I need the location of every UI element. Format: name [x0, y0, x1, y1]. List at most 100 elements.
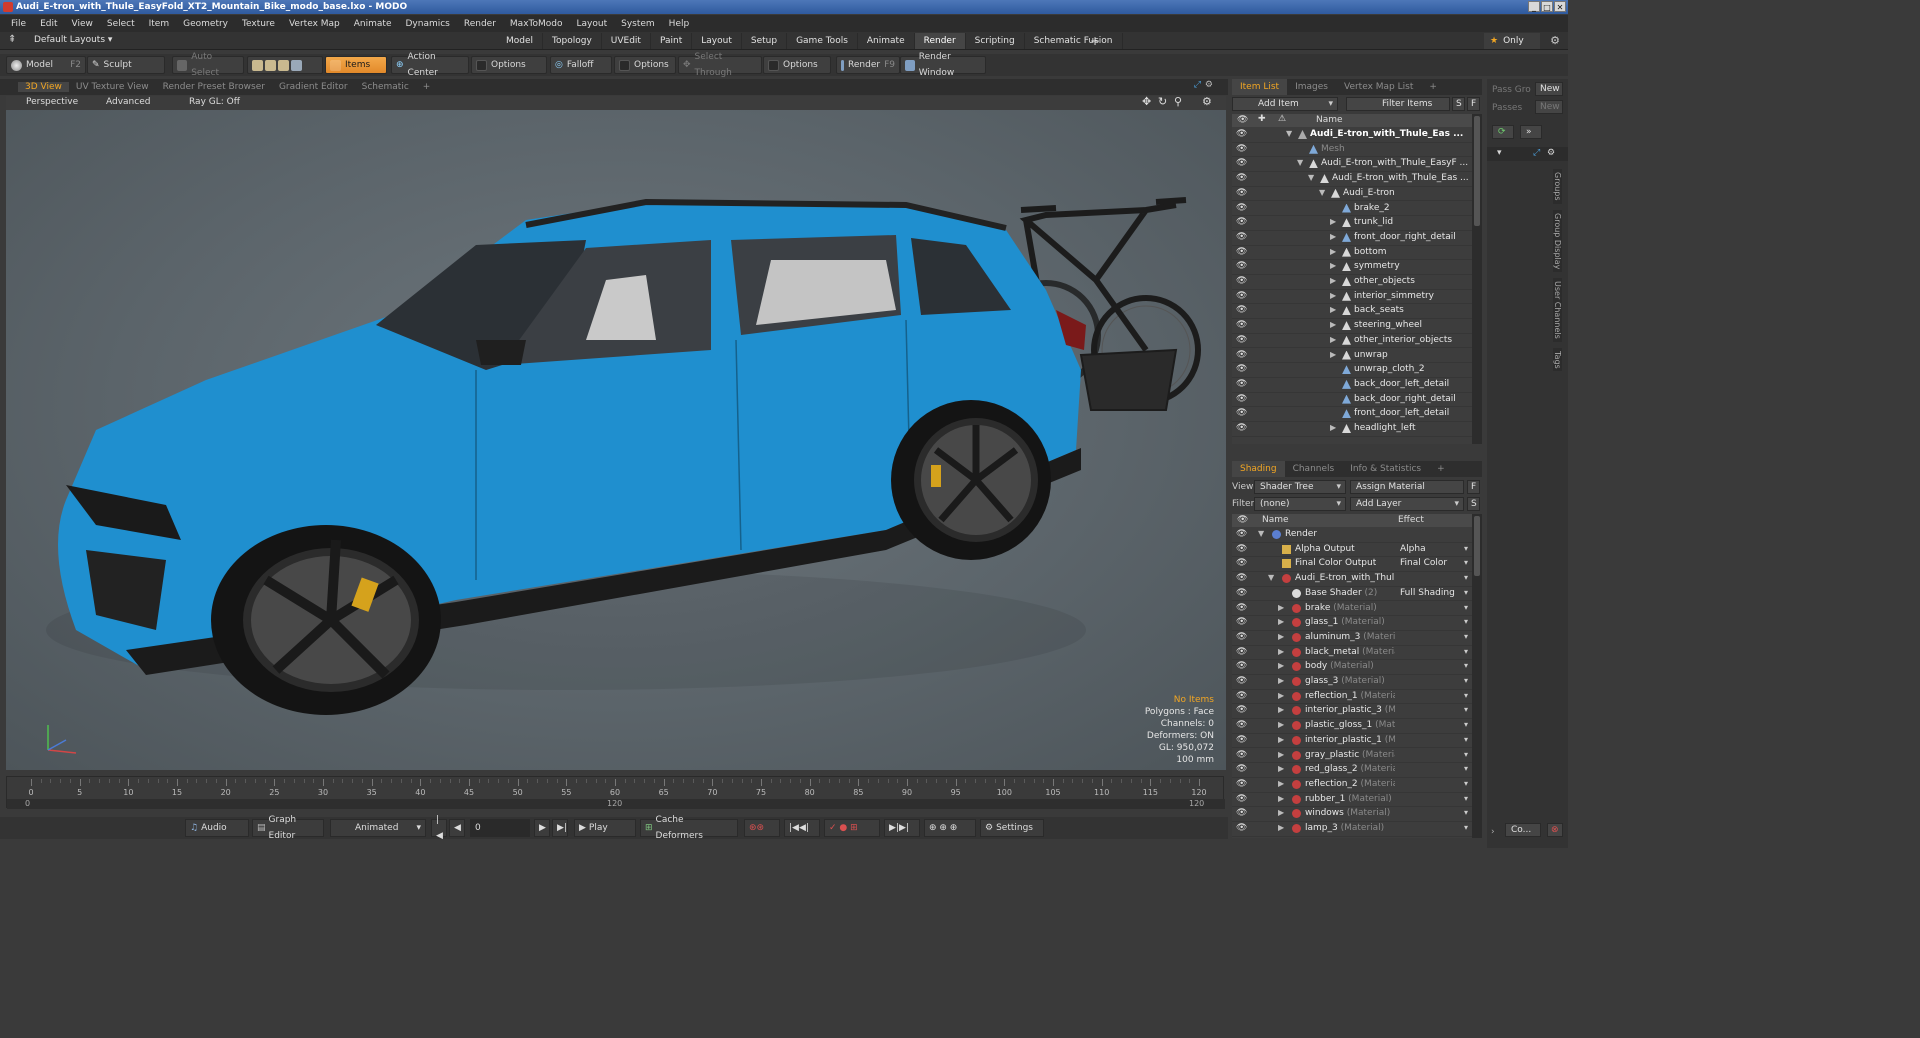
item-list-row[interactable]: 👁 ▶ other_interior_objects [1232, 334, 1472, 349]
shader-tree-row[interactable]: 👁 ▶ lamp_3 (Material) ▾ [1232, 822, 1472, 837]
step-back-button[interactable]: ◀ [449, 819, 465, 837]
visibility-eye-icon[interactable]: 👁 [1236, 618, 1247, 627]
visibility-eye-icon[interactable]: 👁 [1236, 130, 1247, 139]
expand-arrow-icon[interactable]: ▶ [1330, 232, 1336, 241]
shader-tree-row[interactable]: 👁 ▶ body (Material) ▾ [1232, 660, 1472, 675]
graph-editor-button[interactable]: ▤ Graph Editor [252, 815, 324, 841]
animated-dropdown[interactable]: Animated ▾ [330, 819, 426, 837]
chevron-down-icon[interactable]: ▾ [1464, 603, 1468, 612]
visibility-eye-icon[interactable]: 👁 [1236, 277, 1247, 286]
chevron-down-icon[interactable]: ▾ [1497, 148, 1502, 158]
item-list-row[interactable]: 👁 ▶ steering_wheel [1232, 319, 1472, 334]
expand-arrow-icon[interactable]: ▶ [1278, 661, 1284, 670]
item-list-row[interactable]: 👁 ▶ bottom [1232, 246, 1472, 261]
visibility-eye-icon[interactable]: 👁 [1236, 706, 1247, 715]
item-list-row[interactable]: 👁 ▶ back_seats [1232, 304, 1472, 320]
visibility-eye-icon[interactable]: 👁 [1236, 174, 1247, 183]
visibility-eye-icon[interactable]: 👁 [1236, 632, 1247, 642]
sculpt-mode-button[interactable]: ✎ Sculpt [87, 56, 165, 74]
chevron-down-icon[interactable]: ▾ [1464, 779, 1468, 788]
pan-icon[interactable]: ✥ [1142, 95, 1151, 108]
visibility-eye-icon[interactable]: 👁 [1236, 232, 1247, 242]
chevron-down-icon[interactable]: ▾ [1464, 720, 1468, 729]
shader-tree-row[interactable]: 👁 ▶ plastic_gloss_1 (Mat... ▾ [1232, 719, 1472, 734]
expand-arrow-icon[interactable]: ▶ [1330, 320, 1336, 329]
gear-icon[interactable]: ⚙ [1202, 95, 1212, 108]
shader-tree-row[interactable]: 👁 ▶ glass_3 (Material) ▾ [1232, 675, 1472, 690]
shading-f-button[interactable]: F [1467, 480, 1480, 494]
item-list-row[interactable]: 👁 front_door_left_detail [1232, 407, 1472, 422]
item-list-row[interactable]: 👁 unwrap_cloth_2 [1232, 363, 1472, 378]
menu-edit[interactable]: Edit [33, 19, 64, 29]
tab-schematic-fusion[interactable]: Schematic Fusion [1025, 33, 1123, 49]
item-list-row[interactable]: 👁 ▶ symmetry [1232, 260, 1472, 275]
chevron-down-icon[interactable]: ▾ [1464, 661, 1468, 670]
shader-tree[interactable]: 👁 Name Effect 👁 ▼ Render 👁 Alpha Output Alp… [1232, 514, 1472, 838]
gear-icon[interactable]: ⚙ [1550, 34, 1560, 47]
shader-tree-row[interactable]: 👁 ▶ interior_plastic_1 (M... ▾ [1232, 734, 1472, 749]
item-list-row[interactable]: 👁 brake_2 [1232, 202, 1472, 217]
expand-arrow-icon[interactable]: ▶ [1278, 691, 1284, 700]
menu-help[interactable]: Help [662, 19, 697, 29]
select-through-button[interactable]: ✥ Select Through [678, 52, 762, 78]
visibility-eye-icon[interactable]: 👁 [1236, 159, 1247, 168]
tab-model[interactable]: Model [497, 33, 544, 49]
shader-tree-row[interactable]: 👁 ▶ red_glass_2 (Material) ▾ [1232, 763, 1472, 778]
timeline-ruler[interactable]: 0 5 10 15 20 25 30 35 40 45 50 55 60 65 70 75 80 85 90 95 10… [7, 779, 1225, 799]
filter-items-field[interactable]: Filter Items [1346, 97, 1450, 111]
visibility-eye-icon[interactable]: 👁 [1236, 544, 1247, 554]
menu-item[interactable]: Item [142, 19, 177, 29]
visibility-eye-icon[interactable]: 👁 [1236, 530, 1247, 539]
chevron-down-icon[interactable]: ▾ [1464, 558, 1468, 567]
shader-tree-scrollbar[interactable] [1472, 514, 1482, 838]
expand-arrow-icon[interactable]: ▶ [1278, 735, 1284, 744]
visibility-eye-icon[interactable]: 👁 [1236, 662, 1247, 671]
shader-tree-row[interactable]: 👁 ▶ black_metal (Material) ▾ [1232, 646, 1472, 661]
item-list-row[interactable]: 👁 ▶ interior_simmetry [1232, 290, 1472, 305]
model-mode-button[interactable]: Model F2 [6, 56, 86, 74]
step-forward-button[interactable]: ▶ [534, 819, 550, 837]
gear-icon[interactable]: ⚙ [1198, 80, 1220, 90]
visibility-eye-icon[interactable]: 👁 [1236, 262, 1247, 271]
tab-shading[interactable]: Shading [1232, 461, 1285, 477]
shader-tree-row[interactable]: 👁 Alpha Output Alpha ▾ [1232, 543, 1472, 558]
perspective-dropdown[interactable]: Perspective [26, 97, 78, 107]
falloff-options-button[interactable]: Options [614, 56, 676, 74]
tab-uv-texture-view[interactable]: UV Texture View [69, 82, 156, 92]
tab-tags[interactable]: Tags [1553, 347, 1562, 372]
chevron-down-icon[interactable]: ▾ [1464, 573, 1468, 582]
add-viewport-tab-button[interactable]: + [416, 82, 438, 92]
new-pass-button[interactable]: New [1535, 100, 1563, 114]
menu-texture[interactable]: Texture [235, 19, 282, 29]
visibility-eye-icon[interactable]: 👁 [1236, 721, 1247, 730]
visibility-eye-icon[interactable]: 👁 [1236, 218, 1247, 227]
menu-dynamics[interactable]: Dynamics [398, 19, 456, 29]
expand-arrow-icon[interactable]: ▶ [1278, 603, 1284, 612]
menu-select[interactable]: Select [100, 19, 142, 29]
visibility-eye-icon[interactable]: 👁 [1236, 409, 1247, 418]
expand-arrow-icon[interactable]: ▼ [1258, 529, 1264, 538]
visibility-eye-icon[interactable]: 👁 [1236, 291, 1247, 301]
expand-arrow-icon[interactable]: ▶ [1278, 705, 1284, 714]
menu-view[interactable]: View [65, 19, 100, 29]
expand-arrow-icon[interactable]: ▶ [1278, 676, 1284, 685]
go-to-start-button[interactable]: |◀ [431, 815, 447, 841]
materials-mode-icon[interactable] [291, 59, 302, 71]
default-layouts-dropdown[interactable]: Default Layouts ▾ [34, 35, 112, 45]
effect-value[interactable]: Alpha [1400, 544, 1426, 554]
visibility-eye-icon[interactable]: 👁 [1236, 750, 1247, 760]
expand-arrow-icon[interactable]: ▼ [1319, 188, 1325, 197]
add-panel-tab-button[interactable]: + [1429, 461, 1453, 477]
view-dropdown[interactable]: Shader Tree ▾ [1254, 480, 1346, 494]
maximize-button[interactable]: □ [1541, 1, 1553, 12]
chevron-down-icon[interactable]: ▾ [1464, 544, 1468, 553]
select-options-button[interactable]: Options [763, 56, 831, 74]
shader-tree-row[interactable]: 👁 ▼ Audi_E-tron_with_Thul... ▾ [1232, 572, 1472, 587]
item-list-row[interactable]: 👁 ▼ Audi_E-tron_with_Thule_Eas ... [1232, 128, 1472, 143]
expand-arrow-icon[interactable]: ▶ [1278, 764, 1284, 773]
close-button[interactable]: ✕ [1554, 1, 1566, 12]
frame-input[interactable]: 0 [470, 819, 530, 837]
item-list-row[interactable]: 👁 back_door_right_detail [1232, 393, 1472, 408]
shader-tree-row[interactable]: 👁 ▶ brake (Material) ▾ [1232, 602, 1472, 617]
shader-tree-row[interactable]: 👁 Base Shader (2) Full Shading ▾ [1232, 587, 1472, 602]
